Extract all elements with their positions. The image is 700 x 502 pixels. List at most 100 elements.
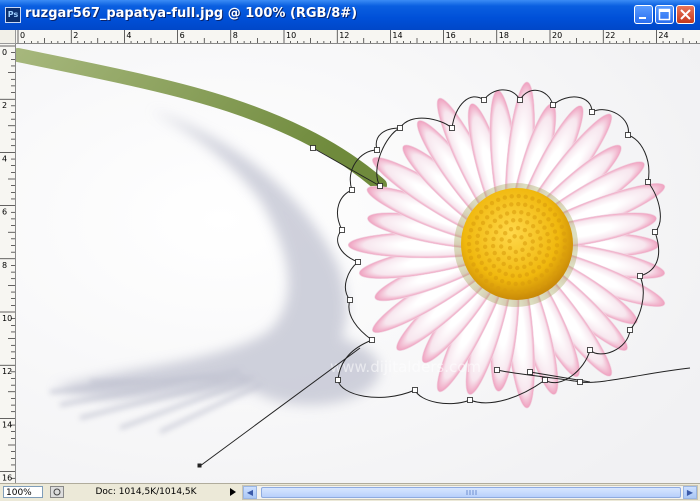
doc-size: Doc: 1014,5K/1014,5K xyxy=(95,487,197,497)
vertical-ruler[interactable]: 0 2 4 6 8 10 12 14 16 xyxy=(0,44,16,483)
floret xyxy=(471,221,476,226)
ruler-left-label: 8 xyxy=(2,261,7,270)
floret xyxy=(552,271,558,276)
floret xyxy=(493,275,499,281)
floret xyxy=(561,252,567,257)
scroll-right-arrow[interactable]: ▶ xyxy=(683,486,697,499)
floret xyxy=(502,203,507,209)
floret xyxy=(499,278,505,284)
floret xyxy=(510,218,516,223)
window-title: ruzgar567_papatya-full.jpg @ 100% (RGB/8… xyxy=(25,6,358,21)
floret xyxy=(524,272,530,277)
scroll-left-arrow[interactable]: ◀ xyxy=(243,486,257,499)
document-canvas[interactable]: www.dijitalders.com xyxy=(16,44,700,483)
floret xyxy=(523,202,528,208)
floret xyxy=(542,202,548,208)
floret xyxy=(506,255,512,261)
floret xyxy=(510,273,515,278)
floret xyxy=(513,281,518,287)
anchor-point xyxy=(335,377,341,383)
floret xyxy=(518,218,523,223)
maximize-icon xyxy=(658,8,671,21)
floret xyxy=(526,211,531,217)
anchor-point xyxy=(374,147,380,153)
anchor-point xyxy=(310,145,316,151)
floret xyxy=(480,220,486,226)
floret xyxy=(474,268,480,273)
ruler-top-label: 4 xyxy=(126,31,131,40)
floret xyxy=(539,273,544,278)
floret xyxy=(528,261,533,266)
floret xyxy=(502,288,508,293)
floret xyxy=(471,262,476,267)
photoshop-app-icon: Ps xyxy=(5,7,21,23)
floret xyxy=(523,194,528,199)
floret xyxy=(522,227,528,233)
floret xyxy=(487,258,492,263)
anchor-point xyxy=(589,109,595,115)
floret xyxy=(519,235,524,240)
floret xyxy=(490,210,495,215)
anchor-point xyxy=(412,387,418,393)
floret xyxy=(490,243,496,249)
play-icon[interactable] xyxy=(228,486,239,498)
floret xyxy=(530,287,535,292)
floret xyxy=(493,230,499,235)
floret xyxy=(520,256,526,262)
floret xyxy=(544,268,550,273)
floret xyxy=(562,238,568,243)
ruler-top-label: 10 xyxy=(286,31,296,40)
floret xyxy=(542,225,547,230)
anchor-point xyxy=(587,347,593,353)
anchor-point xyxy=(339,227,345,233)
floret xyxy=(537,219,543,225)
horizontal-ruler[interactable]: 0 2 4 6 8 10 12 14 16 18 20 22 24 xyxy=(16,30,700,44)
floret xyxy=(533,277,539,282)
floret xyxy=(559,224,565,230)
floret xyxy=(515,225,521,231)
ruler-top-label: 24 xyxy=(658,31,668,40)
floret xyxy=(474,240,480,245)
minimize-button[interactable] xyxy=(634,5,653,24)
floret xyxy=(554,236,559,241)
floret xyxy=(548,207,553,212)
floret xyxy=(492,218,498,224)
direction-handle xyxy=(197,463,202,468)
floret xyxy=(538,236,543,241)
close-icon xyxy=(680,9,691,20)
ruler-top-label: 0 xyxy=(20,31,25,40)
maximize-button[interactable] xyxy=(655,5,674,24)
ruler-top-label: 20 xyxy=(552,31,562,40)
ruler-origin[interactable] xyxy=(0,30,16,44)
floret xyxy=(504,211,510,216)
floret xyxy=(524,220,530,225)
floret xyxy=(507,264,513,270)
anchor-point xyxy=(397,125,403,131)
floret xyxy=(530,239,536,244)
watermark-text: www.dijitalders.com xyxy=(330,358,481,376)
zoom-field[interactable]: 100% xyxy=(3,486,43,498)
floret xyxy=(499,237,504,242)
floret xyxy=(482,244,488,250)
floret xyxy=(552,229,558,234)
floret xyxy=(516,193,521,199)
floret xyxy=(562,245,568,250)
floret xyxy=(498,224,503,229)
floret xyxy=(516,201,521,207)
floret xyxy=(483,237,488,242)
anchor-point xyxy=(467,397,473,403)
floret xyxy=(496,285,501,291)
anchor-point xyxy=(627,327,633,333)
close-button[interactable] xyxy=(676,5,695,24)
floret xyxy=(546,246,551,251)
floret xyxy=(553,250,559,255)
floret xyxy=(527,232,533,238)
ruler-top-label: 2 xyxy=(73,31,78,40)
window-titlebar[interactable]: Ps ruzgar567_papatya-full.jpg @ 100% (RG… xyxy=(0,0,700,31)
ruler-left-label: 0 xyxy=(2,48,7,57)
horizontal-scrollbar[interactable]: ◀ ▶ xyxy=(242,485,698,500)
scroll-thumb[interactable] xyxy=(261,487,681,498)
status-options-icon[interactable] xyxy=(50,486,64,498)
floret xyxy=(520,247,525,253)
anchor-point xyxy=(517,97,523,103)
